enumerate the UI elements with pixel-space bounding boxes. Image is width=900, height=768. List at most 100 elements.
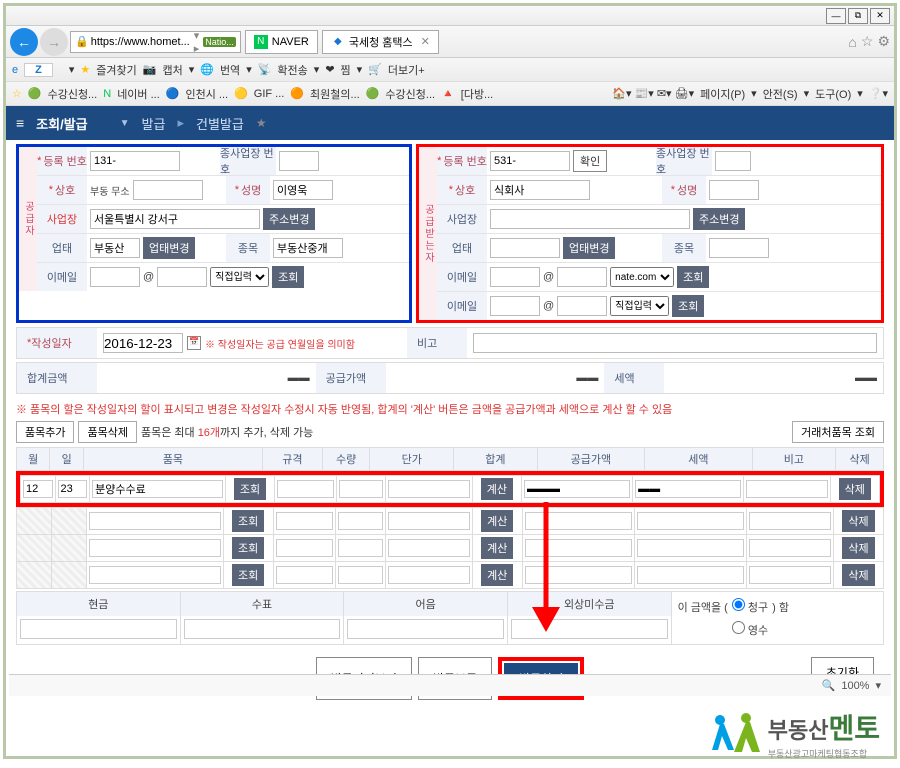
- supplier-address-input[interactable]: [90, 209, 260, 229]
- tb-item[interactable]: 번역: [220, 62, 240, 78]
- address-change-button[interactable]: 주소변경: [263, 208, 315, 230]
- note-input[interactable]: [347, 619, 504, 639]
- write-date-input[interactable]: [103, 333, 183, 353]
- tb-item[interactable]: 찜: [341, 62, 351, 78]
- row-delete-button[interactable]: 삭제: [842, 537, 874, 559]
- menu-safety[interactable]: 안전(S): [763, 86, 798, 102]
- bm-item[interactable]: 네이버 ...: [117, 86, 160, 102]
- zoom-dropdown-icon[interactable]: ▾: [875, 679, 881, 692]
- email-domain-select[interactable]: nate.com: [610, 267, 674, 287]
- tb-item[interactable]: 캡처: [162, 62, 182, 78]
- fav-star-icon[interactable]: ★: [256, 116, 267, 130]
- lookup-button[interactable]: 조회: [232, 537, 264, 559]
- row-delete-button[interactable]: 삭제: [839, 478, 871, 500]
- month-input[interactable]: [23, 480, 53, 498]
- tab-naver[interactable]: N NAVER: [245, 30, 318, 54]
- tb-item[interactable]: 확전송: [277, 62, 307, 78]
- tb-item[interactable]: 더보기+: [388, 62, 425, 78]
- bookmarks-icon[interactable]: ☆: [12, 87, 22, 100]
- help-icon[interactable]: ❔▾: [869, 87, 888, 100]
- supply-input[interactable]: [524, 480, 630, 498]
- qty-input[interactable]: [339, 480, 383, 498]
- email-local-input[interactable]: [490, 267, 540, 287]
- item-delete-button[interactable]: 품목삭제: [78, 421, 136, 443]
- row-delete-button[interactable]: 삭제: [842, 510, 874, 532]
- buyer-company-input[interactable]: [490, 180, 590, 200]
- radio-receipt[interactable]: 영수: [732, 621, 768, 638]
- email-domain-input[interactable]: [557, 296, 607, 316]
- address-change-button[interactable]: 주소변경: [693, 208, 745, 230]
- minimize-button[interactable]: —: [826, 8, 846, 24]
- email-domain-input[interactable]: [557, 267, 607, 287]
- calendar-icon[interactable]: 📅: [187, 336, 201, 350]
- credit-input[interactable]: [511, 619, 668, 639]
- menu-page[interactable]: 페이지(P): [700, 86, 745, 102]
- bm-item[interactable]: 수강신청...: [48, 86, 98, 102]
- email-domain-select[interactable]: 직접입력: [610, 296, 669, 316]
- buyer-item-input[interactable]: [709, 238, 769, 258]
- buyer-subno-input[interactable]: [715, 151, 751, 171]
- email-lookup-button[interactable]: 조회: [672, 295, 704, 317]
- bm-item[interactable]: 최원철의...: [310, 86, 360, 102]
- forward-button[interactable]: →: [40, 28, 68, 56]
- calc-button[interactable]: 계산: [481, 478, 513, 500]
- close-button[interactable]: ✕: [870, 8, 890, 24]
- radio-claim[interactable]: 청구: [732, 598, 768, 615]
- remark-input[interactable]: [473, 333, 877, 353]
- maximize-button[interactable]: ⧉: [848, 8, 868, 24]
- email-domain-input[interactable]: [157, 267, 207, 287]
- hamburger-icon[interactable]: ≡: [16, 115, 24, 131]
- email-local-input[interactable]: [90, 267, 140, 287]
- supplier-biztype-input[interactable]: [90, 238, 140, 258]
- email-domain-select[interactable]: 직접입력: [210, 267, 269, 287]
- zoom-icon[interactable]: 🔍: [822, 679, 836, 692]
- gear-icon[interactable]: ⚙: [877, 33, 890, 50]
- tax-input[interactable]: [635, 480, 741, 498]
- breadcrumb[interactable]: 발급: [142, 114, 166, 133]
- home-icon[interactable]: ⌂: [848, 34, 856, 50]
- bm-item[interactable]: GIF ...: [254, 88, 285, 100]
- supplier-regno-input[interactable]: [90, 151, 180, 171]
- lookup-button[interactable]: 조회: [232, 564, 264, 586]
- favorite-icon[interactable]: ★: [80, 63, 90, 76]
- cash-input[interactable]: [20, 619, 177, 639]
- check-input[interactable]: [184, 619, 341, 639]
- calc-button[interactable]: 계산: [481, 510, 513, 532]
- bm-item[interactable]: 인천시 ...: [185, 86, 228, 102]
- bm-item[interactable]: 수강신청...: [385, 86, 435, 102]
- supplier-subno-input[interactable]: [279, 151, 319, 171]
- menu-tools[interactable]: 도구(O): [815, 86, 851, 102]
- spec-input[interactable]: [277, 480, 334, 498]
- tab-hometax[interactable]: ◆ 국세청 홈택스 ✕: [322, 30, 439, 54]
- unitprice-input[interactable]: [388, 480, 469, 498]
- remark-input[interactable]: [746, 480, 827, 498]
- email-local-input[interactable]: [490, 296, 540, 316]
- buyer-biztype-input[interactable]: [490, 238, 560, 258]
- buyer-name-input[interactable]: [709, 180, 759, 200]
- bm-item[interactable]: [다방...: [461, 86, 493, 102]
- supplier-item-input[interactable]: [273, 238, 343, 258]
- tb-item[interactable]: 즐겨찾기: [96, 62, 136, 78]
- email-lookup-button[interactable]: 조회: [272, 266, 304, 288]
- biztype-change-button[interactable]: 업태변경: [563, 237, 615, 259]
- url-box[interactable]: 🔒 https://www.homet... ▾ ▸ Natio...: [70, 31, 241, 53]
- lookup-button[interactable]: 조회: [234, 478, 266, 500]
- biztype-change-button[interactable]: 업태변경: [143, 237, 195, 259]
- row-delete-button[interactable]: 삭제: [842, 564, 874, 586]
- breadcrumb[interactable]: 건별발급: [196, 114, 244, 133]
- back-button[interactable]: ←: [10, 28, 38, 56]
- supplier-name-input[interactable]: [273, 180, 333, 200]
- calc-button[interactable]: 계산: [481, 537, 513, 559]
- chevron-down-icon[interactable]: ▼: [120, 118, 130, 129]
- item-name-input[interactable]: [92, 480, 223, 498]
- buyer-address-input[interactable]: [490, 209, 690, 229]
- item-add-button[interactable]: 품목추가: [16, 421, 74, 443]
- star-icon[interactable]: ☆: [861, 33, 874, 50]
- email-lookup-button[interactable]: 조회: [677, 266, 709, 288]
- day-input[interactable]: [58, 480, 88, 498]
- lookup-button[interactable]: 조회: [232, 510, 264, 532]
- supplier-company-input[interactable]: [133, 180, 203, 200]
- calc-button[interactable]: 계산: [481, 564, 513, 586]
- tab-close-icon[interactable]: ✕: [421, 35, 430, 48]
- vendor-lookup-button[interactable]: 거래처품목 조회: [792, 421, 884, 443]
